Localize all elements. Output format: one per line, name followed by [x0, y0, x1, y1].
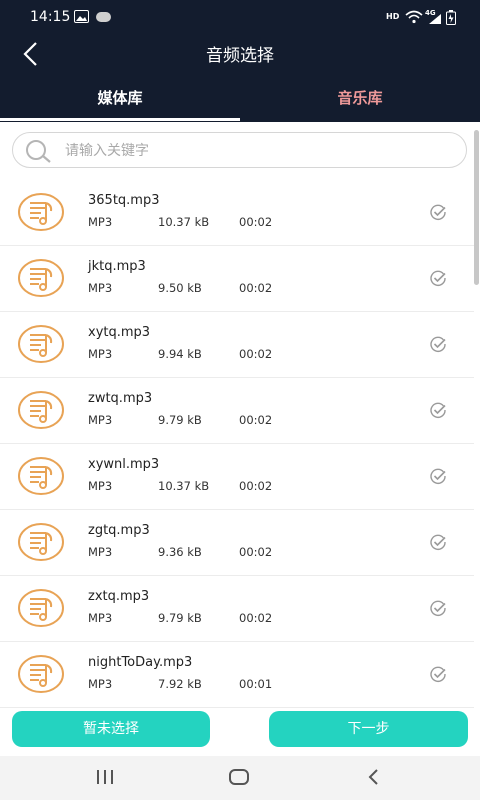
select-check-icon[interactable] — [429, 203, 447, 221]
file-row[interactable]: zwtq.mp3 MP3 9.79 kB 00:02 — [0, 378, 474, 444]
next-step-button[interactable]: 下一步 — [269, 711, 468, 747]
gallery-notification-icon — [74, 10, 89, 23]
select-check-icon[interactable] — [429, 533, 447, 551]
tab-media-library[interactable]: 媒体库 — [0, 80, 240, 120]
audio-file-icon — [18, 523, 64, 561]
file-duration: 00:02 — [239, 545, 273, 559]
file-size: 9.36 kB — [158, 545, 202, 559]
file-duration: 00:02 — [239, 479, 273, 493]
file-format: MP3 — [88, 215, 113, 229]
file-size: 10.37 kB — [158, 215, 210, 229]
list-scrollbar[interactable] — [474, 130, 479, 285]
file-format: MP3 — [88, 281, 113, 295]
file-duration: 00:02 — [239, 413, 273, 427]
file-format: MP3 — [88, 677, 113, 691]
page-title: 音频选择 — [206, 46, 274, 66]
file-size: 9.94 kB — [158, 347, 202, 361]
file-size: 7.92 kB — [158, 677, 202, 691]
file-name: jktq.mp3 — [88, 259, 146, 274]
file-size: 10.37 kB — [158, 479, 210, 493]
search-bar — [12, 132, 467, 168]
file-name: xytq.mp3 — [88, 325, 151, 340]
select-check-icon[interactable] — [429, 599, 447, 617]
search-input[interactable] — [63, 139, 447, 163]
select-check-icon[interactable] — [429, 269, 447, 287]
file-name: zgtq.mp3 — [88, 523, 150, 538]
select-check-icon[interactable] — [429, 467, 447, 485]
file-duration: 00:02 — [239, 347, 273, 361]
file-row[interactable]: zgtq.mp3 MP3 9.36 kB 00:02 — [0, 510, 474, 576]
file-duration: 00:02 — [239, 611, 273, 625]
file-size: 9.50 kB — [158, 281, 202, 295]
active-tab-indicator — [0, 118, 240, 121]
hd-indicator: HD — [386, 12, 400, 21]
file-name: 365tq.mp3 — [88, 193, 160, 208]
select-check-icon[interactable] — [429, 665, 447, 683]
recent-apps-icon[interactable] — [95, 767, 115, 787]
audio-file-icon — [18, 655, 64, 693]
file-list: 365tq.mp3 MP3 10.37 kB 00:02 jktq.mp3 MP… — [0, 180, 474, 708]
file-duration: 00:02 — [239, 281, 273, 295]
select-check-icon[interactable] — [429, 335, 447, 353]
file-format: MP3 — [88, 611, 113, 625]
tab-music-library[interactable]: 音乐库 — [240, 80, 480, 120]
audio-file-icon — [18, 589, 64, 627]
file-size: 9.79 kB — [158, 413, 202, 427]
search-icon — [26, 140, 51, 163]
system-back-icon[interactable] — [365, 767, 381, 787]
file-row[interactable]: zxtq.mp3 MP3 9.79 kB 00:02 — [0, 576, 474, 642]
select-check-icon[interactable] — [429, 401, 447, 419]
title-bar: 音频选择 — [0, 34, 480, 78]
file-duration: 00:01 — [239, 677, 273, 691]
audio-file-icon — [18, 391, 64, 429]
home-icon[interactable] — [228, 767, 250, 787]
audio-file-icon — [18, 325, 64, 363]
audio-file-icon — [18, 457, 64, 495]
audio-file-icon — [18, 193, 64, 231]
file-format: MP3 — [88, 479, 113, 493]
file-name: zwtq.mp3 — [88, 391, 153, 406]
deselect-button[interactable]: 暂未选择 — [12, 711, 210, 747]
status-time: 14:15 — [30, 9, 71, 25]
file-row[interactable]: nightToDay.mp3 MP3 7.92 kB 00:01 — [0, 642, 474, 708]
file-format: MP3 — [88, 545, 113, 559]
audio-file-icon — [18, 259, 64, 297]
file-name: xywnl.mp3 — [88, 457, 160, 472]
battery-icon — [446, 10, 456, 25]
file-name: nightToDay.mp3 — [88, 655, 193, 670]
file-duration: 00:02 — [239, 215, 273, 229]
tab-bar: 媒体库 音乐库 — [0, 80, 480, 122]
header-area: 14:15 HD 4G 音频选择 媒体库 音乐库 — [0, 0, 480, 122]
status-bar: 14:15 HD 4G — [0, 0, 480, 34]
file-row[interactable]: xywnl.mp3 MP3 10.37 kB 00:02 — [0, 444, 474, 510]
file-row[interactable]: 365tq.mp3 MP3 10.37 kB 00:02 — [0, 180, 474, 246]
wifi-icon — [405, 10, 423, 24]
system-navigation-bar — [0, 756, 480, 800]
file-name: zxtq.mp3 — [88, 589, 150, 604]
file-size: 9.79 kB — [158, 611, 202, 625]
file-format: MP3 — [88, 347, 113, 361]
signal-icon — [429, 14, 441, 24]
file-row[interactable]: xytq.mp3 MP3 9.94 kB 00:02 — [0, 312, 474, 378]
chat-notification-icon — [96, 12, 111, 22]
file-format: MP3 — [88, 413, 113, 427]
file-row[interactable]: jktq.mp3 MP3 9.50 kB 00:02 — [0, 246, 474, 312]
